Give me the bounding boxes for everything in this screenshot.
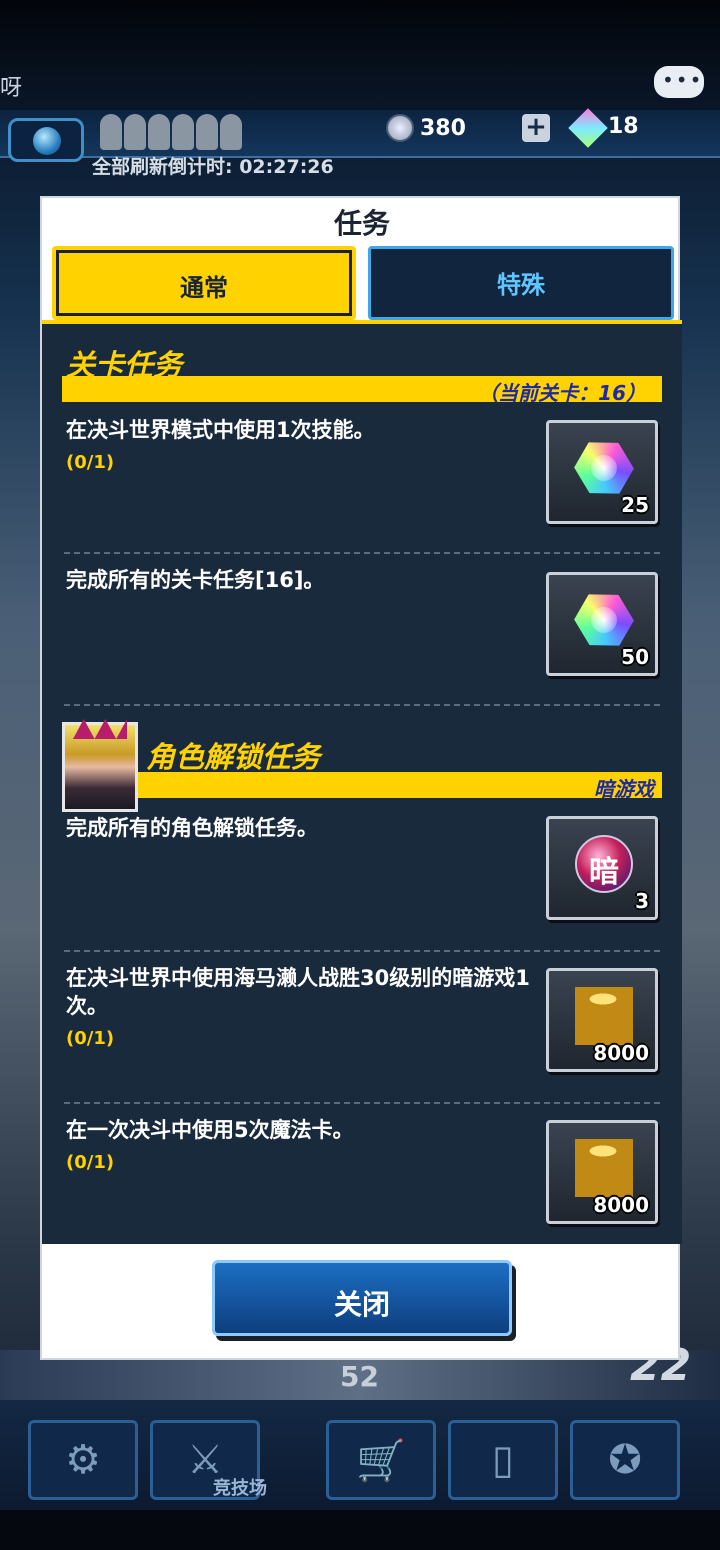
game-screen: 呀 380 + 18 全部刷新倒计时: 02:27:26 52 22 ⚙ ⚔ 竞…: [0, 0, 720, 1550]
tab-special[interactable]: 特殊: [368, 246, 674, 320]
close-button[interactable]: 关闭: [212, 1260, 512, 1336]
task-text: 完成所有的关卡任务[16]。: [66, 568, 325, 592]
tab-special-label: 特殊: [497, 271, 545, 299]
gold-coins-icon: [575, 1139, 633, 1197]
person-icon: [196, 114, 218, 150]
nav-deck-button[interactable]: ▯: [448, 1420, 558, 1500]
mission-list[interactable]: 关卡任务 （当前关卡：16） 在决斗世界模式中使用1次技能。 (0/1) 25 …: [42, 324, 682, 1244]
divider: [64, 704, 660, 706]
section-title-character: 角色解锁任务: [146, 740, 321, 774]
orb-currency-value: 380: [420, 116, 466, 141]
reward-slot[interactable]: 50: [546, 572, 658, 676]
orb-currency-icon: [386, 114, 414, 142]
reward-slot[interactable]: 25: [546, 420, 658, 524]
top-bar: [0, 0, 720, 110]
task-text: 在决斗世界中使用海马濑人战胜30级别的暗游戏1次。: [66, 966, 530, 1018]
system-bar: [0, 1510, 720, 1550]
reward-slot[interactable]: 暗 3: [546, 816, 658, 920]
cart-icon: 🛒: [356, 1438, 406, 1484]
divider: [64, 1102, 660, 1104]
mission-dialog: 任务 通常 特殊 关卡任务 （当前关卡：16） 在决斗世界模式中使用1次技能。 …: [40, 196, 682, 1360]
person-icon: [100, 114, 122, 150]
person-icon: [172, 114, 194, 150]
top-left-text: 呀: [0, 76, 23, 101]
nav-guild-button[interactable]: ✪: [570, 1420, 680, 1500]
tab-normal-label: 通常: [180, 274, 228, 302]
tab-normal[interactable]: 通常: [52, 246, 356, 320]
emblem-icon: ✪: [608, 1437, 642, 1483]
character-avatar: [62, 722, 138, 812]
chat-icon[interactable]: [654, 66, 704, 98]
task-text: 在决斗世界模式中使用1次技能。: [66, 418, 375, 442]
close-button-label: 关闭: [333, 1288, 390, 1321]
cards-icon: ▯: [491, 1437, 514, 1483]
divider: [64, 950, 660, 952]
dialog-title: 任务: [333, 207, 390, 240]
globe-icon[interactable]: [8, 118, 84, 162]
nav-shop-button[interactable]: 🛒: [326, 1420, 436, 1500]
nav-arena-label: 竞技场: [213, 1478, 267, 1499]
nav-character-button[interactable]: ⚙: [28, 1420, 138, 1500]
person-icon: [220, 114, 242, 150]
add-currency-icon[interactable]: +: [522, 114, 550, 142]
task-progress: (0/1): [66, 1028, 115, 1049]
reward-quantity: 8000: [593, 1193, 649, 1217]
gold-coins-icon: [575, 987, 633, 1045]
section-note-stage: （当前关卡：16）: [478, 381, 646, 405]
background-level-value: 52: [340, 1360, 379, 1393]
gear-icon: ⚙: [65, 1437, 101, 1483]
reward-quantity: 3: [635, 889, 649, 913]
task-progress: (0/1): [66, 1152, 115, 1173]
task-text: 完成所有的角色解锁任务。: [66, 816, 318, 840]
party-members: [100, 114, 242, 150]
reward-quantity: 25: [621, 493, 649, 517]
divider: [64, 552, 660, 554]
dark-orb-icon: 暗: [575, 835, 633, 893]
reward-slot[interactable]: 8000: [546, 968, 658, 1072]
task-text: 在一次决斗中使用5次魔法卡。: [66, 1118, 354, 1142]
gem-currency-value: 18: [608, 114, 639, 139]
task-progress: (0/1): [66, 452, 115, 473]
reward-quantity: 8000: [593, 1041, 649, 1065]
section-note-character: 暗游戏: [594, 777, 654, 801]
reward-slot[interactable]: 8000: [546, 1120, 658, 1224]
reward-quantity: 50: [621, 645, 649, 669]
person-icon: [148, 114, 170, 150]
person-icon: [124, 114, 146, 150]
refresh-countdown: 全部刷新倒计时: 02:27:26: [92, 156, 334, 178]
